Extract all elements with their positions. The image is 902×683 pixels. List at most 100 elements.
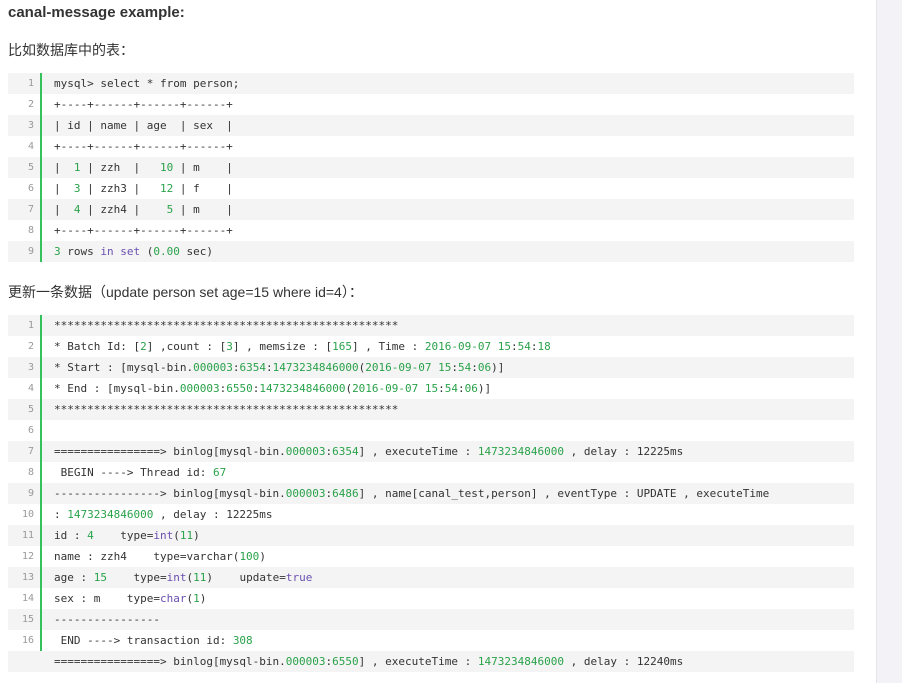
code-token: ): [199, 592, 207, 605]
code-number: 6550: [332, 655, 359, 668]
code-token: :: [511, 340, 518, 353]
code-token: ] , executeTime :: [358, 445, 478, 458]
code-text: | 4 | zzh4 | 5 | m |: [54, 199, 233, 220]
code-number: 11: [193, 571, 207, 584]
code-keyword: set: [120, 245, 141, 258]
code-token: +----+------+------+------+: [54, 140, 233, 153]
code-line: 4 +----+------+------+------+: [8, 136, 854, 157]
code-token: :: [54, 508, 68, 521]
code-token: ] , memsize : [: [232, 340, 333, 353]
code-text: ================> binlog[mysql-bin.00000…: [54, 441, 683, 462]
line-number: 11: [21, 530, 34, 541]
code-number: 000003: [285, 487, 326, 500]
code-token: :: [265, 361, 273, 374]
gutter-bar: [40, 588, 42, 609]
code-number: 1473234846000: [272, 361, 359, 374]
code-line: 13 age : 15 type=int(11) update=true: [8, 567, 854, 588]
code-number: 11: [179, 529, 194, 542]
gutter-bar: [40, 399, 42, 420]
code-number: 000003: [285, 445, 326, 458]
gutter-bar: [40, 94, 42, 115]
line-number: 5: [27, 162, 34, 173]
gutter-bar: [40, 315, 42, 336]
code-text: | 1 | zzh | 10 | m |: [54, 157, 233, 178]
code-number: 3: [226, 340, 233, 353]
code-token: ----------------: [54, 613, 160, 626]
code-token: ): [259, 550, 266, 563]
code-token: )]: [477, 382, 492, 395]
scrollbar-track[interactable]: [876, 0, 902, 683]
code-token: :: [438, 382, 445, 395]
code-line: 11 id : 4 type=int(11): [8, 525, 854, 546]
line-number: 16: [21, 635, 34, 646]
code-text: +----+------+------+------+: [54, 220, 233, 241]
line-number: 1: [27, 78, 34, 89]
gutter-bar: [40, 157, 42, 178]
code-number: 06: [464, 382, 478, 395]
code-number: 2016-09-07 15: [352, 382, 439, 395]
code-number: 18: [537, 340, 551, 353]
code-number: 1473234846000: [477, 445, 564, 458]
code-number: 4: [73, 203, 81, 216]
code-token: sec): [179, 245, 213, 258]
code-keyword: true: [285, 571, 313, 584]
code-text: ================> binlog[mysql-bin.00000…: [54, 651, 683, 672]
code-number: 0.00: [153, 245, 180, 258]
section-title: canal-message example:: [8, 4, 185, 21]
code-token: name : zzh4 type=varchar(: [54, 550, 240, 563]
line-number: 9: [27, 246, 34, 257]
code-line: 12 name : zzh4 type=varchar(100): [8, 546, 854, 567]
code-number: 1: [73, 161, 81, 174]
code-token: type=: [107, 571, 167, 584]
line-number: 3: [27, 362, 34, 373]
code-block-canal-output: 1 ***************************************…: [8, 315, 854, 672]
code-line: 10: 1473234846000 , delay : 12225ms: [8, 504, 854, 525]
code-line: 1 ***************************************…: [8, 315, 854, 336]
code-number: 12: [159, 182, 174, 195]
line-number: 8: [27, 467, 34, 478]
code-text: BEGIN ----> Thread id: 67: [54, 462, 227, 483]
code-keyword: int: [166, 571, 187, 584]
code-line: 14 sex : m type=char(1): [8, 588, 854, 609]
code-line: 8 +----+------+------+------+: [8, 220, 854, 241]
code-token: | f |: [173, 182, 233, 195]
code-token: ): [193, 529, 200, 542]
code-number: 000003: [193, 361, 233, 374]
code-number: 2016-09-07 15: [365, 361, 452, 374]
code-number: 54: [517, 340, 531, 353]
code-line: 8 BEGIN ----> Thread id: 67: [8, 462, 854, 483]
code-number: 06: [477, 361, 492, 374]
code-token: :: [471, 361, 478, 374]
line-number: 4: [27, 141, 34, 152]
code-text: ----------------> binlog[mysql-bin.00000…: [54, 483, 769, 504]
line-number: 1: [27, 320, 34, 331]
code-token: ----------------> binlog[mysql-bin.: [54, 487, 286, 500]
code-line: 9 3 rows in set (0.00 sec): [8, 241, 854, 262]
code-token: rows: [60, 245, 101, 258]
code-line: 3 * Start : [mysql-bin.000003:6354:147323…: [8, 357, 854, 378]
code-token: | m |: [173, 161, 233, 174]
code-line: 6: [8, 420, 854, 441]
code-token: ****************************************…: [54, 319, 399, 332]
line-number: 8: [27, 225, 34, 236]
gutter-bar: [40, 567, 42, 588]
code-token: +----+------+------+------+: [54, 98, 233, 111]
code-text: ****************************************…: [54, 399, 398, 420]
code-number: 308: [232, 634, 253, 647]
code-token: :: [458, 382, 465, 395]
code-line: 7 | 4 | zzh4 | 5 | m |: [8, 199, 854, 220]
line-number: 7: [27, 446, 34, 457]
code-token: sex : m type=: [54, 592, 160, 605]
code-line: 4 * End : [mysql-bin.000003: 6550: 14732348…: [8, 378, 854, 399]
line-number: 4: [27, 383, 34, 394]
code-number: 6354: [332, 445, 359, 458]
code-text: 3 rows in set (0.00 sec): [54, 241, 213, 262]
code-number: 2016-09-07 15: [424, 340, 511, 353]
code-text: * Batch Id: [2] ,count : [3] , memsize :…: [54, 336, 551, 357]
line-number: 14: [21, 593, 34, 604]
code-number: 165: [332, 340, 353, 353]
gutter-bar: [40, 630, 42, 651]
code-text: END ----> transaction id: 308: [54, 630, 253, 651]
line-number: 3: [27, 120, 34, 131]
code-number: 1473234846000: [67, 508, 154, 521]
